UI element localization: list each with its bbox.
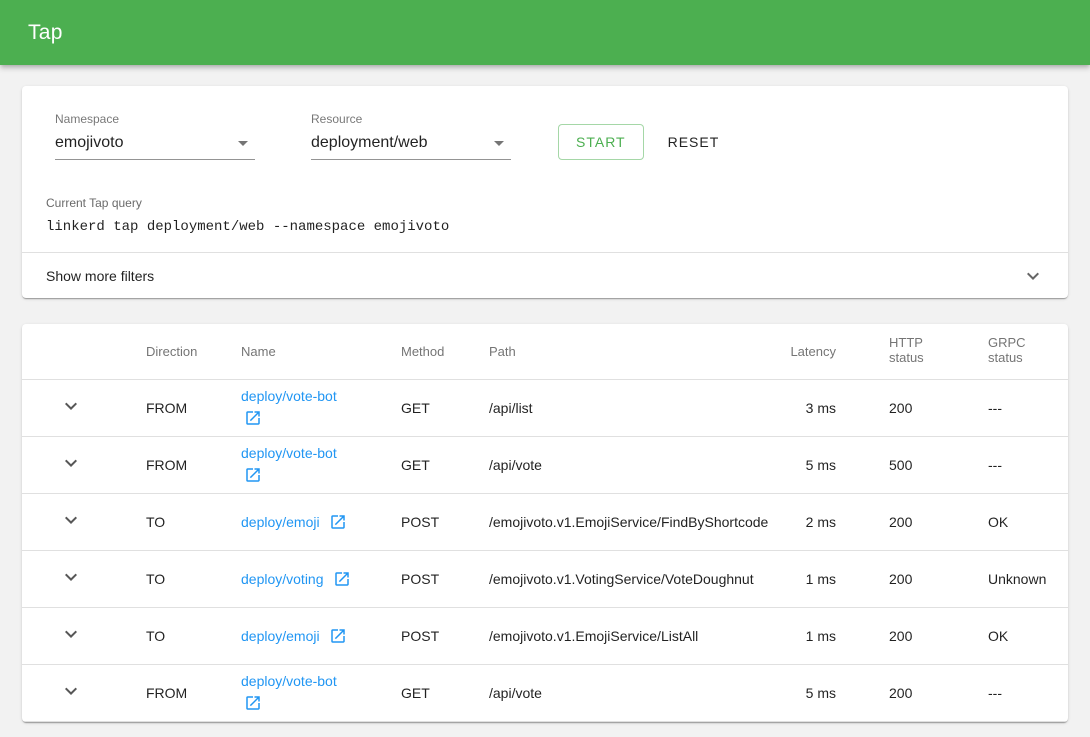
query-block: Current Tap query linkerd tap deployment…: [22, 196, 1068, 235]
start-button[interactable]: START: [558, 124, 644, 160]
resource-value: deployment/web: [311, 134, 428, 152]
resource-link[interactable]: deploy/vote-bot: [241, 445, 337, 461]
resource-link[interactable]: deploy/voting: [241, 571, 324, 587]
grpc-status-cell: OK: [964, 493, 1068, 550]
tap-results-card: Direction Name Method Path Latency HTTP …: [22, 324, 1068, 722]
col-header-http-status: HTTP status: [839, 324, 964, 379]
expand-row-icon[interactable]: [59, 508, 83, 532]
name-cell: deploy/emoji: [241, 493, 401, 550]
method-cell: GET: [401, 664, 489, 721]
path-cell: /api/list: [489, 379, 744, 436]
col-header-path: Path: [489, 324, 744, 379]
tap-filters-card: Namespace emojivoto Resource deployment/…: [22, 86, 1068, 298]
reset-button[interactable]: RESET: [660, 125, 728, 159]
query-label: Current Tap query: [46, 196, 1044, 210]
table-row: FROM deploy/vote-bot GET /api/vote 5 ms …: [22, 664, 1068, 721]
name-cell: deploy/vote-bot: [241, 664, 401, 721]
latency-cell: 3 ms: [744, 379, 839, 436]
method-cell: GET: [401, 379, 489, 436]
grpc-status-cell: ---: [964, 436, 1068, 493]
direction-cell: TO: [146, 550, 241, 607]
name-cell: deploy/vote-bot: [241, 379, 401, 436]
resource-select[interactable]: Resource deployment/web: [311, 112, 511, 160]
col-header-grpc-status: GRPC status: [964, 324, 1068, 379]
path-cell: /api/vote: [489, 436, 744, 493]
col-header-method: Method: [401, 324, 489, 379]
http-status-cell: 200: [839, 493, 964, 550]
grpc-status-header-text: GRPC status: [988, 336, 1036, 366]
expand-row-icon[interactable]: [59, 451, 83, 475]
table-row: FROM deploy/vote-bot GET /api/vote 5 ms …: [22, 436, 1068, 493]
expand-row-icon[interactable]: [59, 679, 83, 703]
chevron-down-icon: [1021, 264, 1045, 288]
col-header-direction: Direction: [146, 324, 241, 379]
method-cell: GET: [401, 436, 489, 493]
grpc-status-cell: Unknown: [964, 550, 1068, 607]
latency-cell: 1 ms: [744, 607, 839, 664]
app-header: Tap: [0, 0, 1090, 65]
latency-cell: 5 ms: [744, 664, 839, 721]
page-title: Tap: [28, 21, 63, 45]
latency-cell: 1 ms: [744, 550, 839, 607]
grpc-status-cell: OK: [964, 607, 1068, 664]
namespace-label: Namespace: [55, 112, 255, 126]
expand-row-icon[interactable]: [59, 622, 83, 646]
open-in-new-icon[interactable]: [329, 627, 347, 645]
open-in-new-icon[interactable]: [244, 694, 262, 712]
method-cell: POST: [401, 493, 489, 550]
direction-cell: FROM: [146, 379, 241, 436]
http-status-header-text: HTTP status: [889, 336, 937, 366]
table-row: TO deploy/emoji POST /emojivoto.v1.Emoji…: [22, 493, 1068, 550]
http-status-cell: 200: [839, 379, 964, 436]
path-cell: /api/vote: [489, 664, 744, 721]
filters-buttons: START RESET: [558, 124, 727, 160]
open-in-new-icon[interactable]: [244, 409, 262, 427]
direction-cell: TO: [146, 493, 241, 550]
col-header-expand: [22, 324, 146, 379]
http-status-cell: 200: [839, 664, 964, 721]
table-row: TO deploy/voting POST /emojivoto.v1.Voti…: [22, 550, 1068, 607]
resource-link[interactable]: deploy/vote-bot: [241, 673, 337, 689]
table-header-row: Direction Name Method Path Latency HTTP …: [22, 324, 1068, 379]
grpc-status-cell: ---: [964, 379, 1068, 436]
path-cell: /emojivoto.v1.EmojiService/ListAll: [489, 607, 744, 664]
dropdown-arrow-icon: [231, 131, 255, 155]
dropdown-arrow-icon: [487, 131, 511, 155]
resource-label: Resource: [311, 112, 511, 126]
table-row: TO deploy/emoji POST /emojivoto.v1.Emoji…: [22, 607, 1068, 664]
path-cell: /emojivoto.v1.VotingService/VoteDoughnut: [489, 550, 744, 607]
namespace-value: emojivoto: [55, 134, 123, 152]
col-header-latency: Latency: [744, 324, 839, 379]
tap-query-text: linkerd tap deployment/web --namespace e…: [46, 219, 1044, 235]
col-header-name: Name: [241, 324, 401, 379]
show-more-filters-toggle[interactable]: Show more filters: [22, 252, 1068, 298]
path-cell: /emojivoto.v1.EmojiService/FindByShortco…: [489, 493, 744, 550]
expand-row-icon[interactable]: [59, 565, 83, 589]
table-row: FROM deploy/vote-bot GET /api/list 3 ms …: [22, 379, 1068, 436]
grpc-status-cell: ---: [964, 664, 1068, 721]
http-status-cell: 500: [839, 436, 964, 493]
show-more-label: Show more filters: [46, 268, 154, 284]
latency-cell: 5 ms: [744, 436, 839, 493]
open-in-new-icon[interactable]: [333, 570, 351, 588]
tap-table: Direction Name Method Path Latency HTTP …: [22, 324, 1068, 722]
method-cell: POST: [401, 550, 489, 607]
resource-link[interactable]: deploy/vote-bot: [241, 388, 337, 404]
name-cell: deploy/emoji: [241, 607, 401, 664]
direction-cell: FROM: [146, 664, 241, 721]
open-in-new-icon[interactable]: [329, 513, 347, 531]
direction-cell: TO: [146, 607, 241, 664]
method-cell: POST: [401, 607, 489, 664]
direction-cell: FROM: [146, 436, 241, 493]
name-cell: deploy/voting: [241, 550, 401, 607]
resource-link[interactable]: deploy/emoji: [241, 628, 320, 644]
open-in-new-icon[interactable]: [244, 466, 262, 484]
http-status-cell: 200: [839, 607, 964, 664]
namespace-select[interactable]: Namespace emojivoto: [55, 112, 255, 160]
resource-link[interactable]: deploy/emoji: [241, 514, 320, 530]
http-status-cell: 200: [839, 550, 964, 607]
name-cell: deploy/vote-bot: [241, 436, 401, 493]
expand-row-icon[interactable]: [59, 394, 83, 418]
filters-row: Namespace emojivoto Resource deployment/…: [22, 112, 1068, 160]
